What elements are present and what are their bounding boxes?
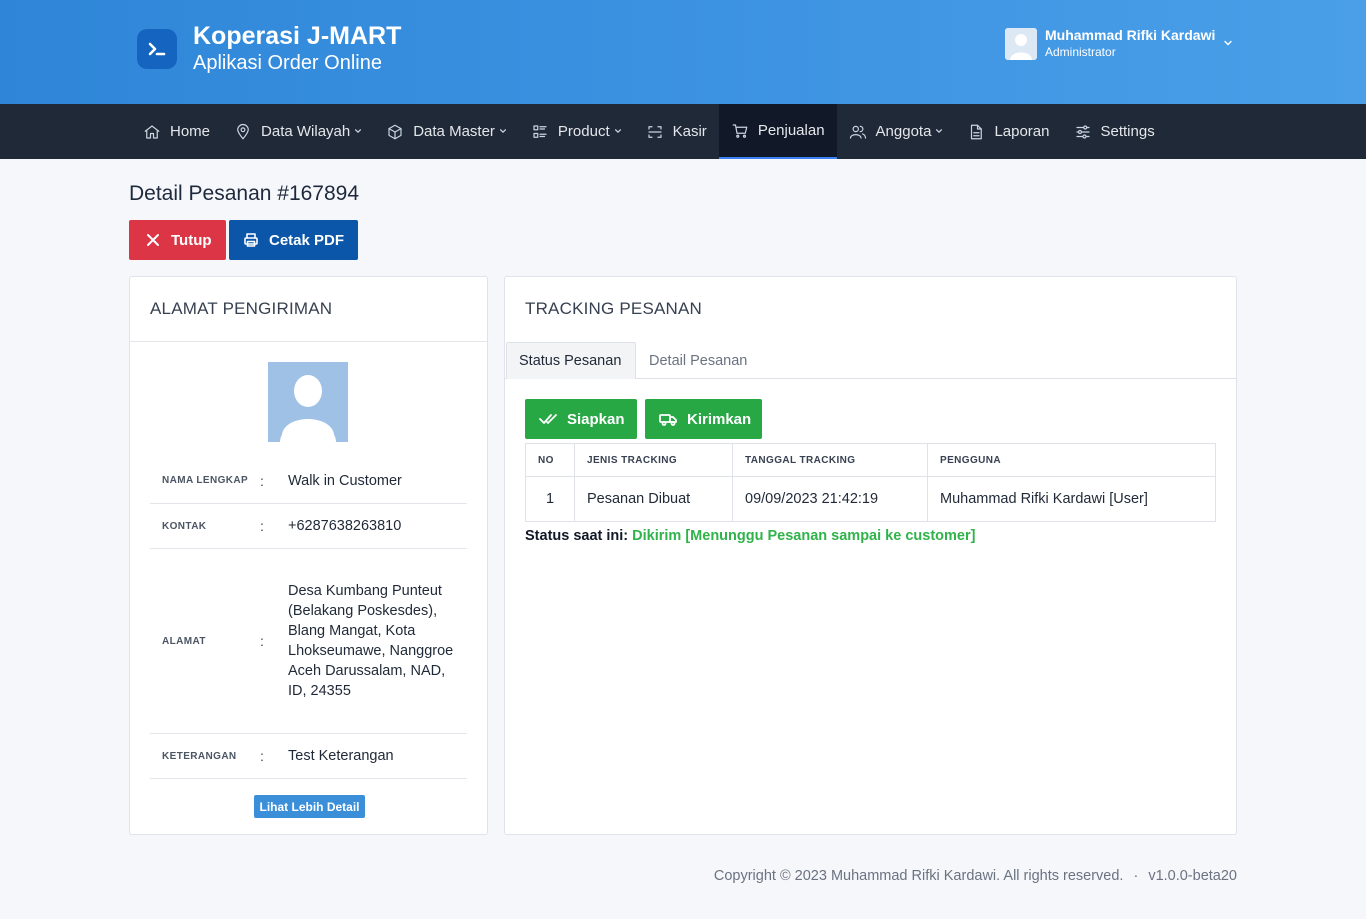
version-text: v1.0.0-beta20 bbox=[1148, 868, 1237, 884]
cell-date: 09/09/2023 21:42:19 bbox=[732, 476, 928, 522]
prepare-button-label: Siapkan bbox=[567, 410, 625, 428]
info-label: ALAMAT bbox=[162, 635, 206, 647]
tracking-table: NO JENIS TRACKING TANGGAL TRACKING PENGG… bbox=[525, 443, 1216, 522]
users-icon bbox=[849, 125, 866, 139]
tracking-tabs: Status Pesanan Detail Pesanan bbox=[505, 342, 1236, 379]
user-role: Administrator bbox=[1045, 45, 1116, 59]
nav-item-laporan[interactable]: Laporan bbox=[955, 104, 1061, 159]
shipping-card-heading: ALAMAT PENGIRIMAN bbox=[130, 277, 487, 342]
avatar bbox=[1005, 27, 1037, 60]
terminal-logo-icon bbox=[137, 28, 177, 69]
chevron-down-icon bbox=[354, 127, 362, 137]
cell-no: 1 bbox=[525, 476, 575, 522]
user-name: Muhammad Rifki Kardawi bbox=[1045, 27, 1216, 43]
table-row: ALAMAT : Desa Kumbang Punteut (Belakang … bbox=[150, 549, 467, 734]
cart-icon bbox=[732, 123, 748, 138]
nav-label: Settings bbox=[1100, 123, 1155, 140]
chevron-down-icon bbox=[499, 127, 507, 137]
nav-label: Penjualan bbox=[757, 122, 825, 139]
table-row: KETERANGAN : Test Keterangan bbox=[150, 734, 467, 779]
cell-user: Muhammad Rifki Kardawi [User] bbox=[927, 476, 1216, 522]
truck-icon bbox=[659, 414, 677, 426]
column-header: JENIS TRACKING bbox=[574, 443, 733, 477]
file-icon bbox=[971, 124, 983, 139]
nav-item-penjualan[interactable]: Penjualan bbox=[718, 104, 837, 159]
home-icon bbox=[144, 124, 160, 139]
info-value: +6287638263810 bbox=[288, 518, 402, 534]
list-icon bbox=[533, 124, 547, 138]
printer-icon bbox=[244, 233, 258, 247]
column-header: TANGGAL TRACKING bbox=[732, 443, 928, 477]
nav-label: Home bbox=[170, 123, 211, 140]
tracking-card-heading: TRACKING PESANAN bbox=[525, 299, 703, 318]
sliders-icon bbox=[1075, 124, 1090, 139]
table-row: KONTAK : +6287638263810 bbox=[150, 504, 467, 549]
nav-label: Product bbox=[557, 123, 610, 140]
nav-label: Laporan bbox=[994, 123, 1050, 140]
customer-avatar bbox=[268, 362, 348, 442]
ship-button-label: Kirimkan bbox=[687, 410, 752, 428]
close-button[interactable]: Tutup bbox=[129, 220, 226, 260]
nav-label: Anggota bbox=[875, 123, 932, 140]
current-status: Status saat ini: Dikirim [Menunggu Pesan… bbox=[525, 528, 975, 544]
page-title: Detail Pesanan #167894 bbox=[129, 182, 360, 205]
info-value: Test Keterangan bbox=[288, 748, 394, 764]
nav-label: Data Master bbox=[413, 123, 495, 140]
chevron-down-icon bbox=[935, 127, 943, 137]
nav-item-anggota[interactable]: Anggota bbox=[837, 104, 956, 159]
box-icon bbox=[388, 124, 402, 139]
info-label: NAMA LENGKAP bbox=[162, 475, 249, 486]
brand[interactable]: Koperasi J-MART Aplikasi Order Online bbox=[137, 22, 401, 75]
nav-item-data-wilayah[interactable]: Data Wilayah bbox=[222, 104, 374, 159]
info-colon: : bbox=[260, 748, 264, 764]
nav-item-settings[interactable]: Settings bbox=[1062, 104, 1167, 159]
column-header: NO bbox=[525, 443, 575, 477]
scan-icon bbox=[648, 125, 662, 138]
footer: Copyright © 2023 Muhammad Rifki Kardawi.… bbox=[714, 868, 1237, 884]
user-menu[interactable]: Muhammad Rifki Kardawi Administrator bbox=[1005, 27, 1233, 60]
shipping-address-card: ALAMAT PENGIRIMAN NAMA LENGKAP : Walk in… bbox=[129, 276, 488, 835]
print-pdf-label: Cetak PDF bbox=[269, 231, 345, 249]
main-navbar: Home Data Wilayah Data Master Product Ka… bbox=[0, 104, 1366, 159]
top-header: Koperasi J-MART Aplikasi Order Online Mu… bbox=[0, 0, 1366, 104]
table-row: NAMA LENGKAP : Walk in Customer bbox=[150, 458, 467, 504]
prepare-button[interactable]: Siapkan bbox=[525, 399, 637, 439]
brand-title: Koperasi J-MART bbox=[193, 22, 402, 50]
column-header: PENGGUNA bbox=[927, 443, 1216, 477]
info-label: KONTAK bbox=[162, 520, 207, 532]
ship-button[interactable]: Kirimkan bbox=[645, 399, 762, 439]
close-icon bbox=[147, 234, 159, 246]
view-more-detail-button[interactable]: Lihat Lebih Detail bbox=[254, 795, 365, 818]
close-button-label: Tutup bbox=[171, 231, 212, 249]
info-colon: : bbox=[260, 472, 264, 489]
footer-separator: · bbox=[1133, 868, 1139, 884]
info-label: KETERANGAN bbox=[162, 750, 237, 762]
status-label: Status saat ini: bbox=[525, 528, 629, 544]
print-pdf-button[interactable]: Cetak PDF bbox=[229, 220, 358, 260]
chevron-down-icon[interactable] bbox=[1223, 37, 1233, 51]
shipping-info-table: NAMA LENGKAP : Walk in Customer KONTAK :… bbox=[150, 458, 467, 779]
copyright-text: Copyright © 2023 Muhammad Rifki Kardawi.… bbox=[713, 868, 1124, 884]
nav-item-product[interactable]: Product bbox=[519, 104, 634, 159]
info-colon: : bbox=[260, 633, 264, 649]
nav-label: Data Wilayah bbox=[261, 123, 351, 140]
nav-item-data-master[interactable]: Data Master bbox=[374, 104, 519, 159]
info-value: Walk in Customer bbox=[288, 472, 402, 489]
brand-subtitle: Aplikasi Order Online bbox=[193, 52, 382, 74]
table-header-row: NO JENIS TRACKING TANGGAL TRACKING PENGG… bbox=[525, 443, 1216, 477]
info-value: Desa Kumbang Punteut (Belakang Poskesdes… bbox=[288, 583, 454, 699]
tab-detail-pesanan[interactable]: Detail Pesanan bbox=[649, 342, 747, 379]
chevron-down-icon bbox=[614, 127, 622, 137]
tab-status-pesanan[interactable]: Status Pesanan bbox=[506, 342, 636, 379]
map-pin-icon bbox=[237, 123, 249, 139]
double-check-icon bbox=[539, 414, 557, 424]
cell-type: Pesanan Dibuat bbox=[574, 476, 733, 522]
order-tracking-card: TRACKING PESANAN Status Pesanan Detail P… bbox=[504, 276, 1237, 835]
status-value: Dikirim [Menunggu Pesanan sampai ke cust… bbox=[632, 528, 976, 544]
nav-label: Kasir bbox=[672, 123, 707, 140]
table-row: 1 Pesanan Dibuat 09/09/2023 21:42:19 Muh… bbox=[525, 476, 1216, 522]
nav-item-home[interactable]: Home bbox=[131, 104, 222, 159]
info-colon: : bbox=[260, 518, 264, 534]
nav-item-kasir[interactable]: Kasir bbox=[634, 104, 719, 159]
